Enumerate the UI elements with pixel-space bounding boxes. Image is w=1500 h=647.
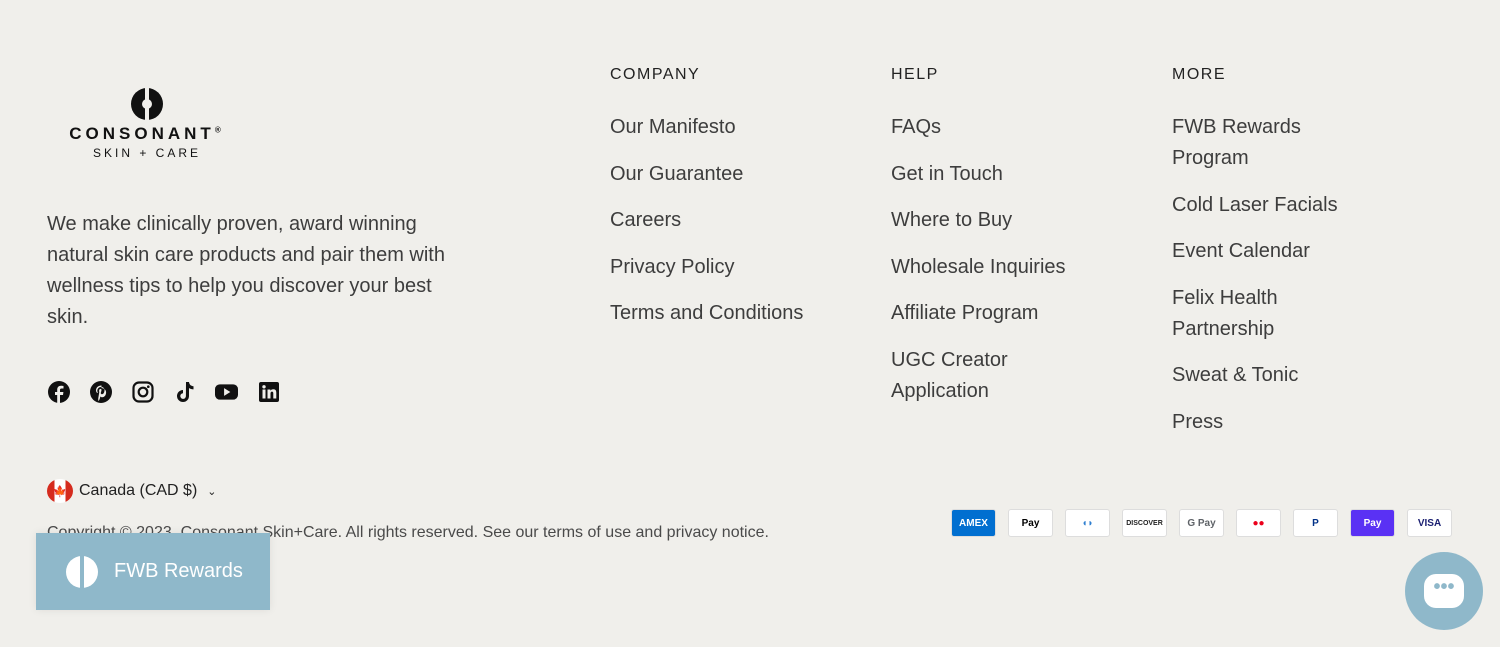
footer-link[interactable]: Affiliate Program xyxy=(891,298,1091,329)
tiktok-icon[interactable] xyxy=(173,380,196,403)
country-label: Canada (CAD $) xyxy=(79,482,198,499)
brand-description: We make clinically proven, award winning… xyxy=(47,213,445,328)
footer-link[interactable]: Press xyxy=(1172,407,1357,438)
logo-name: CONSONANT® xyxy=(69,124,225,143)
canada-flag-icon: 🍁 xyxy=(47,479,73,503)
footer-link[interactable]: Careers xyxy=(610,205,803,236)
pinterest-icon[interactable] xyxy=(89,380,112,403)
rewards-label: FWB Rewards xyxy=(114,560,243,582)
chat-button[interactable]: ••• xyxy=(1405,552,1483,630)
payment-icon: P xyxy=(1293,509,1338,537)
footer-link[interactable]: FWB Rewards Program xyxy=(1172,112,1322,174)
footer-link[interactable]: Get in Touch xyxy=(891,159,1091,190)
chevron-down-icon: ⌄ xyxy=(207,485,217,498)
footer-link[interactable]: Cold Laser Facials xyxy=(1172,190,1357,221)
payment-icon: ◖◗ xyxy=(1065,509,1110,537)
footer-column-company: COMPANY Our Manifesto Our Guarantee Care… xyxy=(610,66,803,345)
payment-icon: DISCOVER xyxy=(1122,509,1167,537)
youtube-icon[interactable] xyxy=(215,380,238,403)
footer-link[interactable]: UGC Creator Application xyxy=(891,345,1031,407)
linkedin-icon[interactable] xyxy=(257,380,280,403)
brand-logo[interactable]: CONSONANT® SKIN + CARE xyxy=(62,88,232,160)
footer-link[interactable]: FAQs xyxy=(891,112,1091,143)
footer-link[interactable]: Sweat & Tonic xyxy=(1172,360,1357,391)
payment-methods: AMEX Pay ◖◗ DISCOVER G Pay ●● P Pay VISA xyxy=(951,509,1452,537)
rewards-logo-icon xyxy=(66,555,98,588)
footer-column-help: HELP FAQs Get in Touch Where to Buy Whol… xyxy=(891,66,1091,423)
footer-link[interactable]: Our Guarantee xyxy=(610,159,803,190)
chat-bubble-icon: ••• xyxy=(1424,574,1464,608)
social-links xyxy=(47,380,280,403)
payment-icon: AMEX xyxy=(951,509,996,537)
instagram-icon[interactable] xyxy=(131,380,154,403)
footer-link[interactable]: Event Calendar xyxy=(1172,236,1357,267)
column-heading: COMPANY xyxy=(610,66,701,83)
payment-icon: VISA xyxy=(1407,509,1452,537)
payment-icon: G Pay xyxy=(1179,509,1224,537)
footer-link[interactable]: Our Manifesto xyxy=(610,112,803,143)
column-heading: HELP xyxy=(891,66,939,83)
logo-mark-icon xyxy=(131,88,163,120)
payment-icon: Pay xyxy=(1350,509,1395,537)
footer-link[interactable]: Felix Health Partnership xyxy=(1172,283,1302,345)
footer-column-more: MORE FWB Rewards Program Cold Laser Faci… xyxy=(1172,66,1357,454)
footer-link[interactable]: Terms and Conditions xyxy=(610,298,803,329)
logo-sub: SKIN + CARE xyxy=(92,146,202,160)
payment-icon: Pay xyxy=(1008,509,1053,537)
country-selector[interactable]: 🍁 Canada (CAD $) ⌄ xyxy=(47,479,217,503)
facebook-icon[interactable] xyxy=(47,380,70,403)
footer-link[interactable]: Privacy Policy xyxy=(610,252,803,283)
footer-link[interactable]: Where to Buy xyxy=(891,205,1091,236)
fwb-rewards-button[interactable]: FWB Rewards xyxy=(36,533,270,610)
payment-icon: ●● xyxy=(1236,509,1281,537)
column-heading: MORE xyxy=(1172,66,1226,83)
footer-link[interactable]: Wholesale Inquiries xyxy=(891,252,1091,283)
